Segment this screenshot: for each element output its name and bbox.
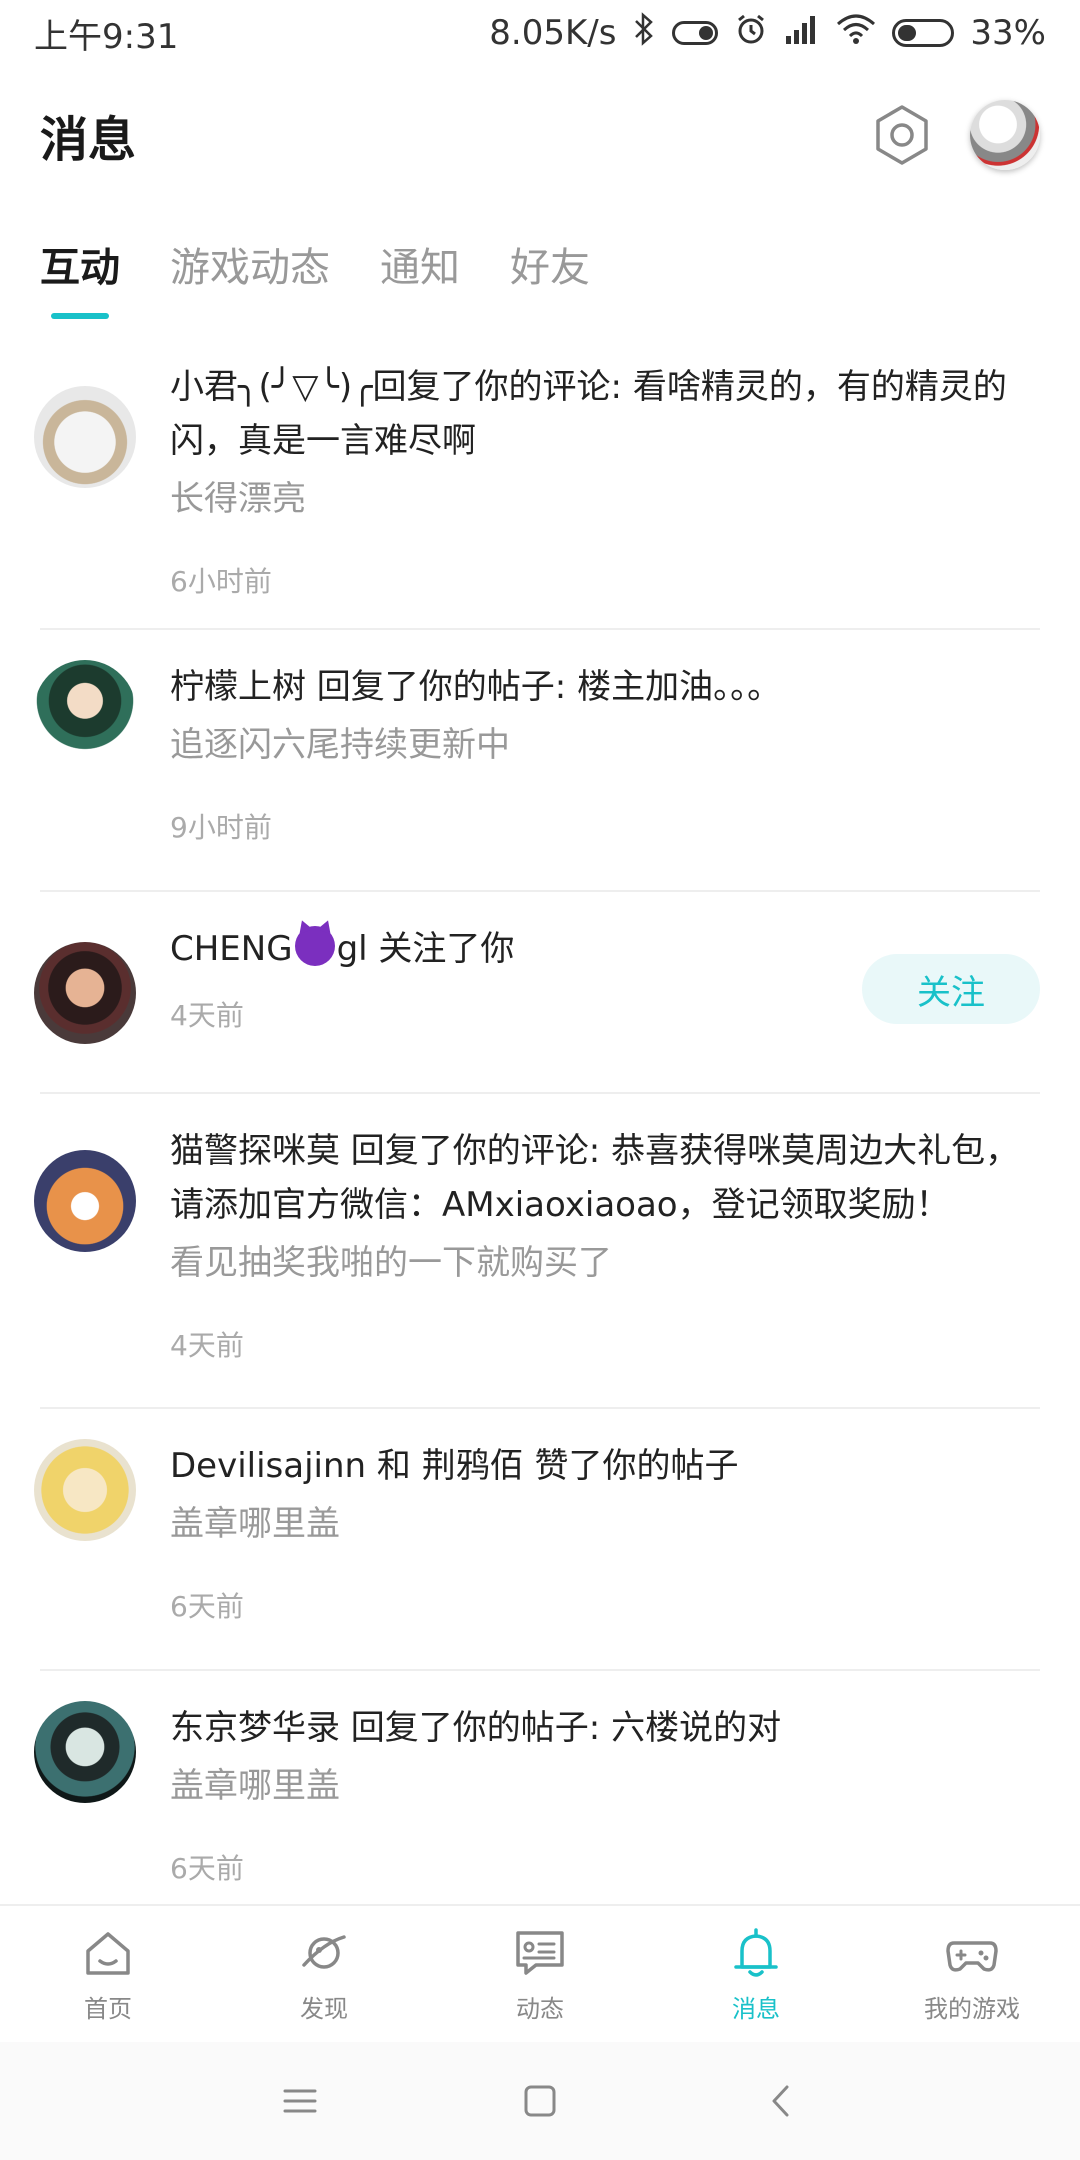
nav-my-games[interactable]: 我的游戏 (864, 1925, 1080, 2024)
tab-interaction[interactable]: 互动 (40, 225, 120, 293)
message-quote: 看见抽奖我啪的一下就购买了 (170, 1243, 612, 1283)
settings-button[interactable] (870, 103, 934, 167)
nav-home[interactable]: 首页 (0, 1925, 216, 2024)
devil-emoji-icon (294, 926, 335, 966)
avatar[interactable] (34, 386, 136, 488)
settings-icon (876, 105, 928, 165)
message-time: 6天前 (170, 1590, 244, 1623)
menu-icon (283, 2089, 317, 2113)
feed-icon (516, 1930, 564, 1975)
gamepad-icon (946, 1940, 998, 1972)
message-text: Devilisajinn 和 荆鸦佰 赞了你的帖子 (170, 1446, 739, 1486)
avatar[interactable] (34, 1701, 136, 1803)
message-item[interactable]: 东京梦华录 回复了你的帖子: 六楼说的对 盖章哪里盖 6天前 (0, 1671, 1080, 1911)
status-time: 上午9:31 (34, 16, 179, 57)
planet-icon (302, 1934, 346, 1969)
message-item[interactable]: 猫警探咪莫 回复了你的评论: 恭喜获得咪莫周边大礼包，请添加官方微信：AMxia… (0, 1094, 1080, 1409)
message-text: 东京梦华录 回复了你的帖子: 六楼说的对 (170, 1708, 782, 1748)
message-time: 4天前 (170, 1329, 244, 1362)
profile-avatar[interactable] (970, 100, 1040, 170)
network-speed: 8.05K/s (489, 13, 617, 53)
home-icon (86, 1931, 130, 1975)
signal-icon (784, 12, 820, 55)
nav-label: 动态 (516, 1994, 564, 2023)
header-actions (870, 100, 1040, 170)
message-body: 东京梦华录 回复了你的帖子: 六楼说的对 盖章哪里盖 6天前 (170, 1701, 1040, 1911)
nav-feed[interactable]: 动态 (432, 1925, 648, 2024)
message-text: 猫警探咪莫 回复了你的评论: 恭喜获得咪莫周边大礼包，请添加官方微信：AMxia… (170, 1131, 1020, 1225)
battery-icon (892, 19, 955, 47)
nav-label: 消息 (732, 1994, 780, 2023)
avatar[interactable] (34, 1150, 136, 1252)
home-system-button[interactable] (500, 2061, 580, 2141)
action-text: 关注了你 (367, 929, 515, 969)
square-icon (524, 2085, 556, 2117)
back-icon (772, 2085, 789, 2117)
message-body: 小君╮(╯▽╰)╭回复了你的评论: 看啥精灵的，有的精灵的闪，真是一言难尽啊 长… (170, 360, 1040, 630)
message-body: 猫警探咪莫 回复了你的评论: 恭喜获得咪莫周边大礼包，请添加官方微信：AMxia… (170, 1124, 1040, 1409)
avatar[interactable] (34, 1439, 136, 1541)
page-title: 消息 (40, 112, 137, 168)
message-text: 柠檬上树 回复了你的帖子: 楼主加油。。。 (170, 667, 782, 707)
message-quote: 长得漂亮 (170, 479, 306, 519)
message-item[interactable]: 小君╮(╯▽╰)╭回复了你的评论: 看啥精灵的，有的精灵的闪，真是一言难尽啊 长… (0, 330, 1080, 630)
nav-label: 首页 (84, 1994, 132, 2023)
user-name: CHENG (170, 929, 293, 969)
toggle-status-icon (672, 21, 719, 45)
nav-discover[interactable]: 发现 (216, 1925, 432, 2024)
tab-game-news[interactable]: 游戏动态 (170, 225, 330, 293)
message-body: Devilisajinn 和 荆鸦佰 赞了你的帖子 盖章哪里盖 6天前 (170, 1439, 1040, 1671)
tab-notifications[interactable]: 通知 (380, 225, 460, 293)
message-body: 柠檬上树 回复了你的帖子: 楼主加油。。。 追逐闪六尾持续更新中 9小时前 (170, 660, 1040, 892)
message-time: 6小时前 (170, 565, 272, 598)
nav-label: 我的游戏 (924, 1994, 1020, 2023)
message-text: 小君╮(╯▽╰)╭回复了你的评论: 看啥精灵的，有的精灵的闪，真是一言难尽啊 (170, 367, 1007, 461)
bottom-nav: 首页 发现 动态 消息 我的游戏 (0, 1904, 1080, 2042)
message-item[interactable]: CHENG gl 关注了你 4天前 关注 (0, 892, 1080, 1094)
nav-label: 发现 (300, 1994, 348, 2023)
follow-button[interactable]: 关注 (862, 954, 1040, 1024)
system-nav-bar (0, 2042, 1080, 2160)
wifi-icon (836, 12, 876, 55)
battery-percent: 33% (970, 13, 1046, 53)
message-time: 6天前 (170, 1852, 244, 1885)
nav-messages[interactable]: 消息 (648, 1925, 864, 2024)
avatar[interactable] (34, 660, 136, 762)
message-list: 小君╮(╯▽╰)╭回复了你的评论: 看啥精灵的，有的精灵的闪，真是一言难尽啊 长… (0, 330, 1080, 1911)
status-icons: 8.05K/s 33% (489, 11, 1046, 55)
status-bar: 上午9:31 8.05K/s 33% (0, 0, 1080, 66)
message-item[interactable]: 柠檬上树 回复了你的帖子: 楼主加油。。。 追逐闪六尾持续更新中 9小时前 (0, 630, 1080, 892)
message-quote: 盖章哪里盖 (170, 1766, 340, 1806)
screen: 上午9:31 8.05K/s 33% 消息 互动 游戏动态 通知 好友 小君╮(… (0, 0, 1080, 2160)
user-name-suffix: gl (336, 929, 368, 969)
back-button[interactable] (740, 2061, 820, 2141)
message-item[interactable]: Devilisajinn 和 荆鸦佰 赞了你的帖子 盖章哪里盖 6天前 (0, 1409, 1080, 1671)
message-quote: 追逐闪六尾持续更新中 (170, 725, 510, 765)
message-quote: 盖章哪里盖 (170, 1504, 340, 1544)
message-time: 9小时前 (170, 811, 272, 844)
bell-icon (734, 1927, 778, 1977)
bluetooth-icon (632, 11, 656, 55)
header: 消息 (0, 80, 1080, 190)
tab-friends[interactable]: 好友 (510, 225, 590, 293)
avatar[interactable] (34, 942, 136, 1044)
menu-button[interactable] (260, 2061, 340, 2141)
tab-bar: 互动 游戏动态 通知 好友 (0, 225, 1080, 321)
alarm-icon (734, 12, 768, 55)
